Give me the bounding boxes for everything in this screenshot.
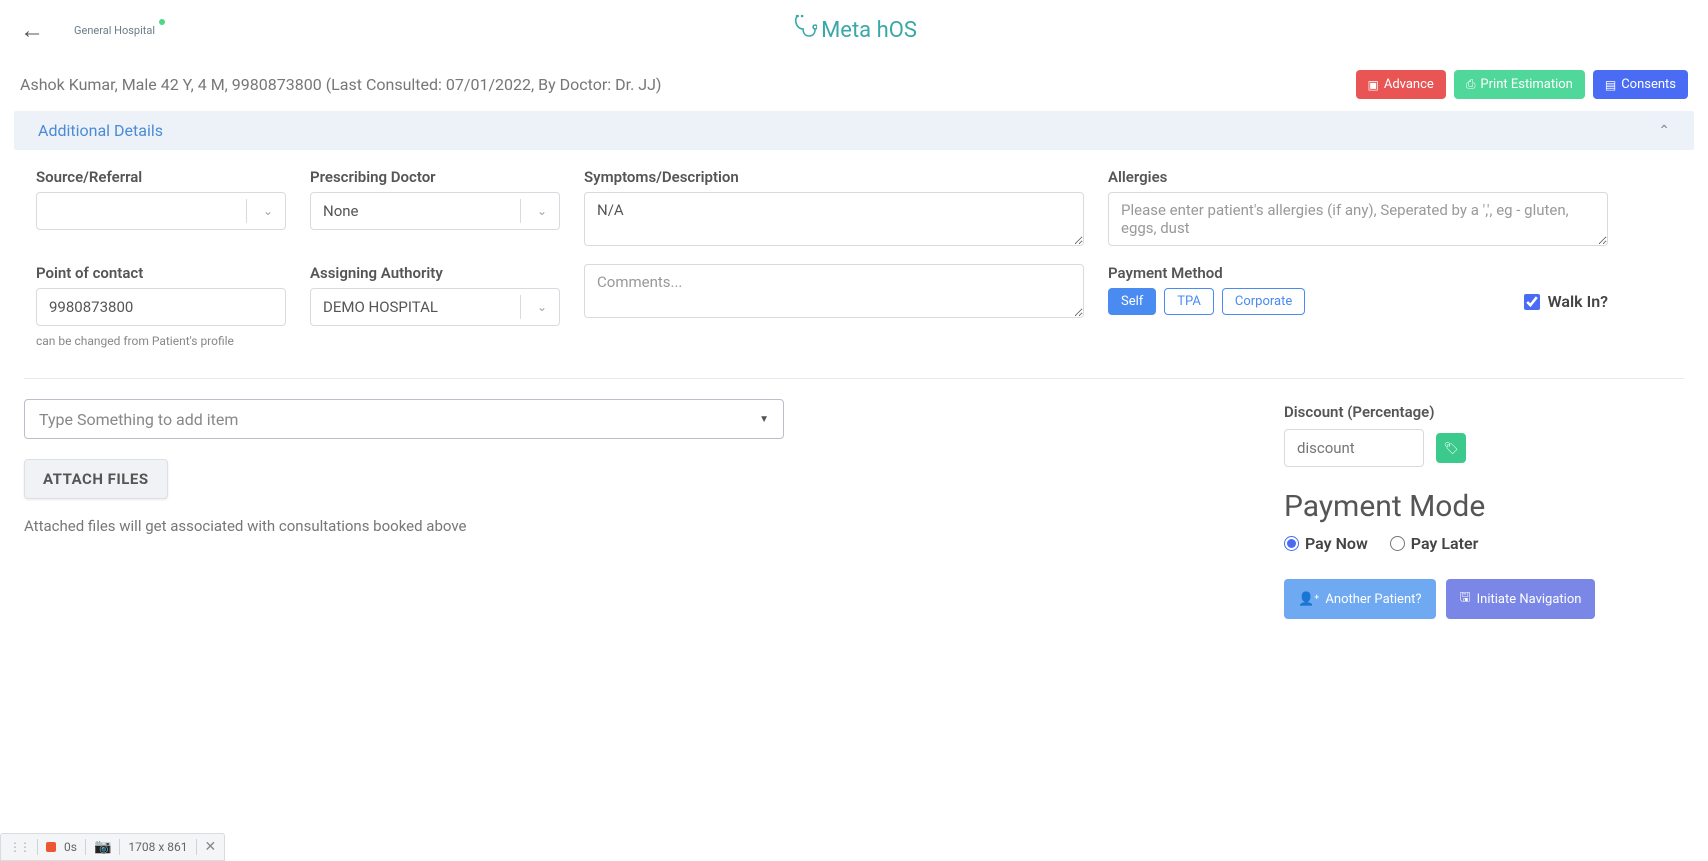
another-patient-label: Another Patient? [1325, 592, 1421, 607]
payment-method-tpa[interactable]: TPA [1164, 288, 1214, 315]
point-of-contact-helper: can be changed from Patient's profile [36, 334, 286, 348]
pay-now-radio[interactable] [1284, 536, 1299, 551]
initiate-navigation-button[interactable]: 🖫 Initiate Navigation [1446, 579, 1596, 619]
document-icon: ▤ [1605, 78, 1616, 92]
allergies-textarea[interactable] [1108, 192, 1608, 246]
symptoms-label: Symptoms/Description [584, 168, 1084, 186]
chevron-down-icon: ⌄ [537, 204, 547, 218]
app-name: Meta hOS [821, 18, 917, 43]
wallet-icon: ▣ [1368, 78, 1379, 92]
record-icon[interactable] [46, 842, 56, 852]
point-of-contact-input[interactable] [36, 288, 286, 326]
stethoscope-icon [791, 13, 817, 47]
dropdown-triangle-icon: ▼ [759, 414, 769, 425]
pay-now-option[interactable]: Pay Now [1284, 534, 1368, 553]
pay-later-option[interactable]: Pay Later [1390, 534, 1479, 553]
initiate-navigation-label: Initiate Navigation [1477, 592, 1582, 607]
add-item-combobox[interactable]: Type Something to add item ▼ [24, 399, 784, 439]
payment-method-self[interactable]: Self [1108, 288, 1156, 315]
collapse-chevron-icon[interactable]: ⌃ [1658, 123, 1670, 139]
prescribing-doctor-label: Prescribing Doctor [310, 168, 560, 186]
assigning-authority-label: Assigning Authority [310, 264, 560, 282]
payment-mode-title: Payment Mode [1284, 489, 1684, 524]
payment-method-corporate[interactable]: Corporate [1222, 288, 1305, 315]
assigning-authority-dropdown[interactable]: DEMO HOSPITAL ⌄ [310, 288, 560, 326]
attach-files-note: Attached files will get associated with … [24, 517, 1244, 535]
print-estimation-button[interactable]: ⎙ Print Estimation [1454, 70, 1585, 99]
advance-button[interactable]: ▣ Advance [1356, 70, 1446, 99]
additional-details-header[interactable]: Additional Details ⌃ [14, 111, 1694, 150]
attach-files-button[interactable]: ATTACH FILES [24, 459, 168, 499]
symptoms-textarea[interactable] [584, 192, 1084, 246]
pay-now-label: Pay Now [1305, 534, 1368, 553]
walk-in-label: Walk In? [1548, 292, 1608, 311]
consents-button[interactable]: ▤ Consents [1593, 70, 1688, 99]
advance-button-label: Advance [1384, 77, 1434, 92]
assigning-authority-value: DEMO HOSPITAL [323, 298, 438, 316]
another-patient-button[interactable]: 👤⁺ Another Patient? [1284, 579, 1436, 619]
camera-icon[interactable]: 📷 [94, 839, 111, 855]
print-icon: ⎙ [1466, 77, 1476, 92]
discount-label: Discount (Percentage) [1284, 403, 1684, 421]
chevron-down-icon: ⌄ [263, 204, 273, 218]
comments-textarea[interactable] [584, 264, 1084, 318]
divider [24, 378, 1684, 379]
save-icon: 🖫 [1460, 588, 1471, 610]
walk-in-checkbox[interactable] [1524, 294, 1540, 310]
print-estimation-label: Print Estimation [1480, 77, 1572, 92]
point-of-contact-label: Point of contact [36, 264, 286, 282]
apply-discount-button[interactable]: 🏷 [1436, 433, 1466, 463]
back-arrow-icon[interactable]: ← [20, 16, 44, 45]
dimensions-readout: 1708 x 861 [128, 840, 187, 854]
tag-icon: 🏷 [1443, 441, 1458, 455]
prescribing-doctor-dropdown[interactable]: None ⌄ [310, 192, 560, 230]
pay-later-radio[interactable] [1390, 536, 1405, 551]
add-item-placeholder: Type Something to add item [39, 410, 238, 429]
app-logo: Meta hOS [791, 13, 917, 47]
payment-method-label: Payment Method [1108, 264, 1608, 282]
user-plus-icon: 👤⁺ [1298, 592, 1319, 607]
source-referral-label: Source/Referral [36, 168, 286, 186]
drag-handle-icon[interactable]: ⋮⋮ [9, 840, 29, 854]
walk-in-checkbox-container[interactable]: Walk In? [1524, 292, 1608, 311]
section-title: Additional Details [38, 121, 163, 140]
allergies-label: Allergies [1108, 168, 1608, 186]
consents-label: Consents [1621, 77, 1676, 92]
close-recorder-icon[interactable]: ✕ [205, 839, 217, 855]
hospital-logo-text: General Hospital [74, 24, 155, 37]
prescribing-doctor-value: None [323, 202, 359, 220]
status-dot-icon [159, 19, 165, 25]
pay-later-label: Pay Later [1411, 534, 1479, 553]
patient-summary: Ashok Kumar, Male 42 Y, 4 M, 9980873800 … [20, 75, 661, 94]
chevron-down-icon: ⌄ [537, 300, 547, 314]
screen-recorder-bar[interactable]: ⋮⋮ 0s 📷 1708 x 861 ✕ [0, 833, 225, 861]
discount-input[interactable] [1284, 429, 1424, 467]
record-time: 0s [64, 840, 77, 854]
hospital-logo: General Hospital [74, 25, 155, 36]
source-referral-dropdown[interactable]: ⌄ [36, 192, 286, 230]
